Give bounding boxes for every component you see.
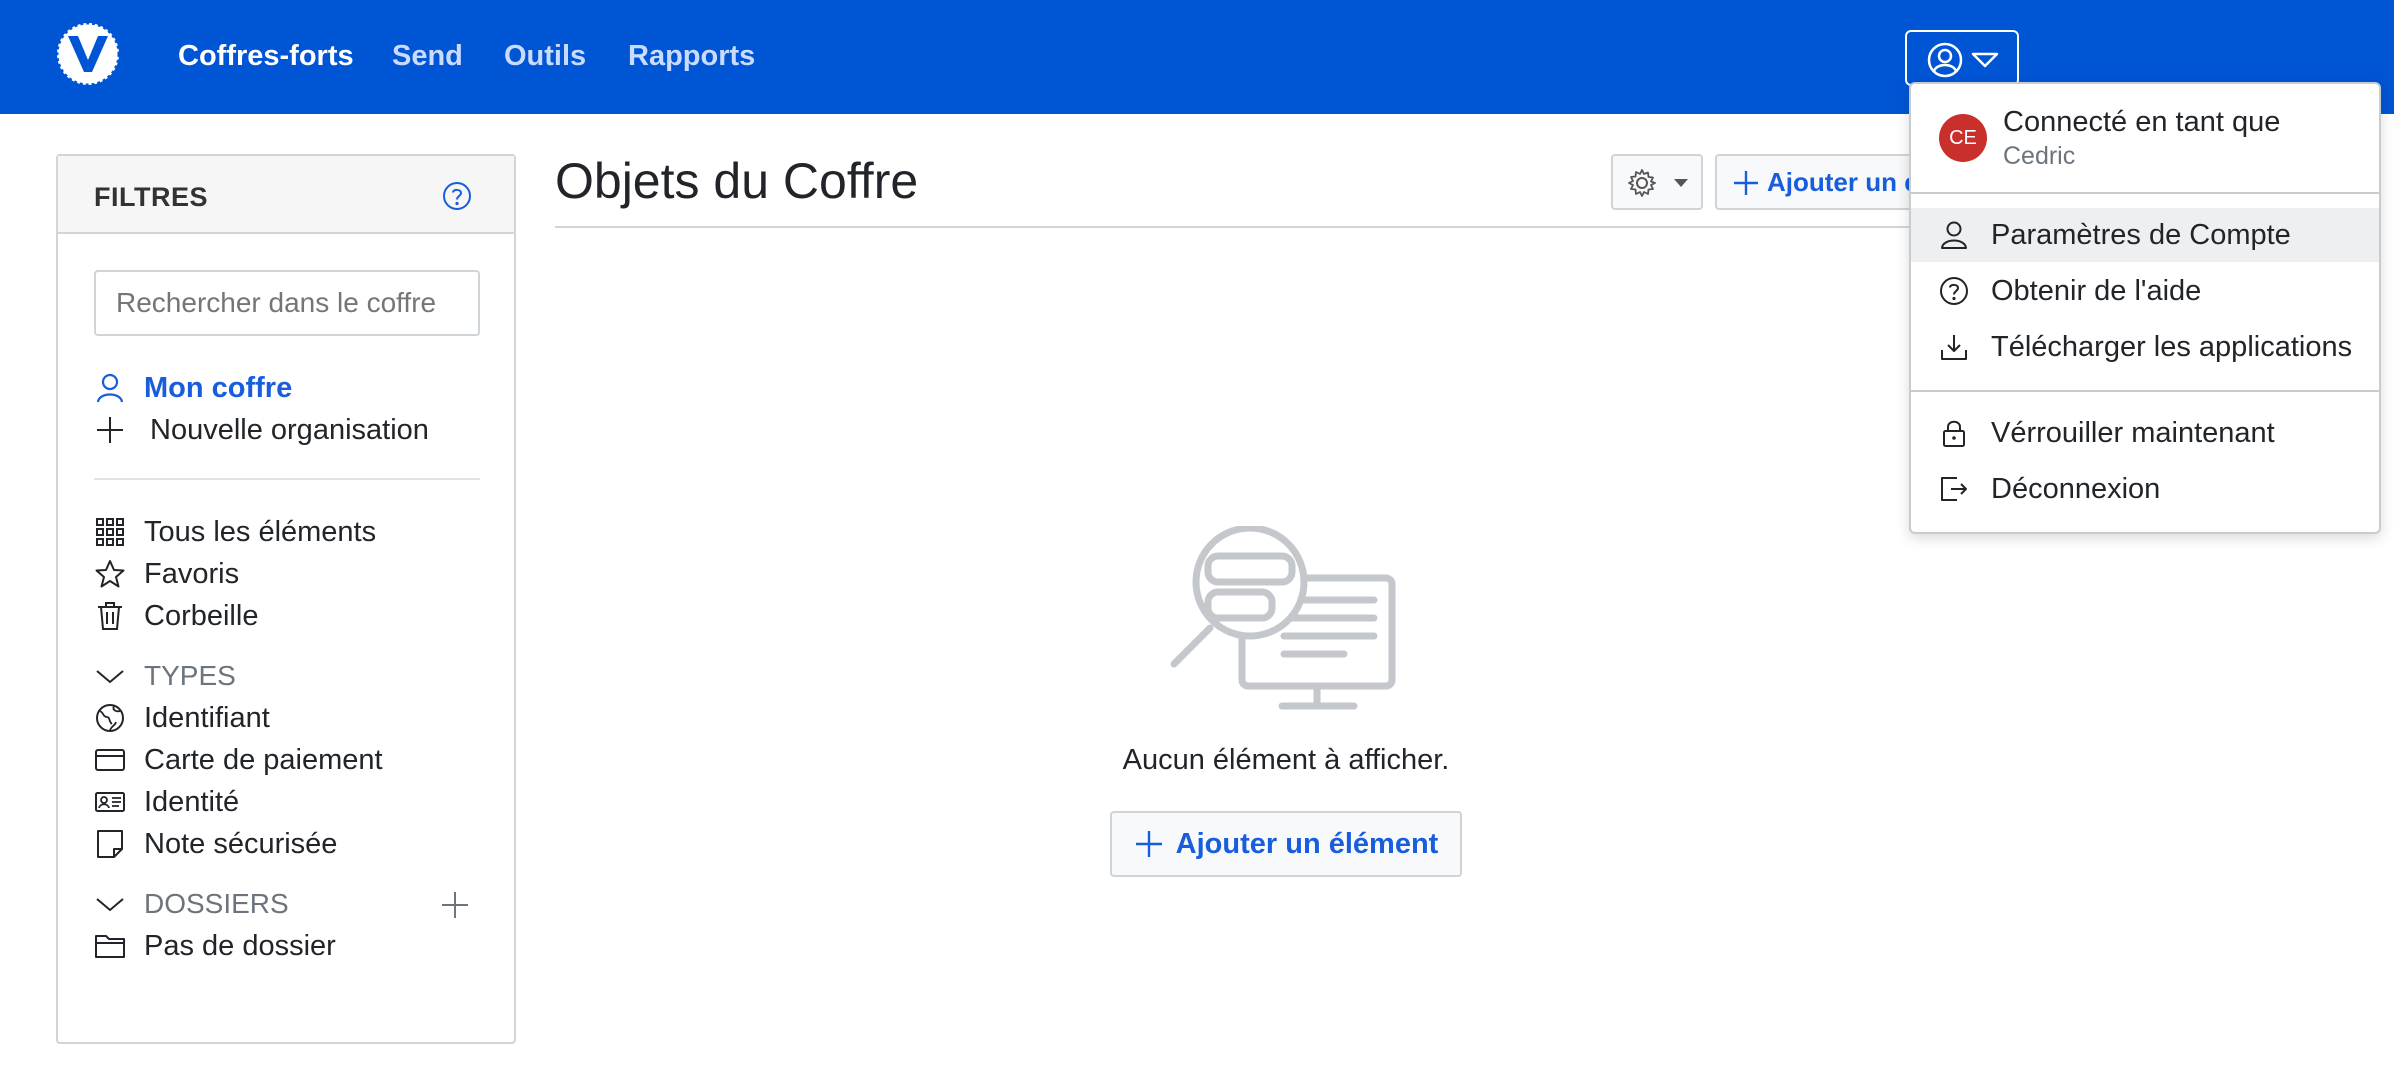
caret-down-icon bbox=[1674, 179, 1688, 187]
filter-type-card[interactable]: Carte de paiement bbox=[94, 740, 383, 780]
logged-in-as-text: Connecté en tant que bbox=[2003, 106, 2281, 138]
filter-type-login[interactable]: Identifiant bbox=[94, 698, 270, 738]
menu-divider bbox=[1911, 390, 2379, 392]
caret-down-icon bbox=[1971, 52, 1999, 68]
no-folder-label: Pas de dossier bbox=[144, 929, 336, 962]
chevron-down-icon bbox=[96, 670, 124, 684]
account-dropdown-menu: CE Connecté en tant que Cedric Paramètre… bbox=[1909, 82, 2381, 534]
plus-icon bbox=[1135, 831, 1162, 857]
types-section-toggle[interactable]: TYPES bbox=[94, 656, 236, 696]
get-help-label: Obtenir de l'aide bbox=[1991, 274, 2202, 307]
help-icon[interactable] bbox=[442, 181, 472, 211]
trash-icon bbox=[98, 602, 122, 630]
sidebar-divider bbox=[94, 478, 480, 480]
filter-no-folder[interactable]: Pas de dossier bbox=[94, 926, 336, 966]
account-settings-label: Paramètres de Compte bbox=[1991, 218, 2291, 251]
menu-divider bbox=[1911, 192, 2379, 194]
filter-all-items[interactable]: Tous les éléments bbox=[94, 512, 376, 552]
title-divider bbox=[555, 226, 1915, 228]
filter-trash[interactable]: Corbeille bbox=[94, 596, 258, 636]
sticky-note-icon bbox=[97, 830, 123, 858]
type-identity-label: Identité bbox=[144, 785, 240, 818]
folder-icon bbox=[95, 935, 125, 958]
bitwarden-logo-icon[interactable] bbox=[54, 20, 122, 88]
all-items-label: Tous les éléments bbox=[144, 515, 377, 548]
filter-new-organization[interactable]: Nouvelle organisation bbox=[94, 410, 429, 450]
type-login-label: Identifiant bbox=[144, 701, 270, 734]
menu-account-settings[interactable]: Paramètres de Compte bbox=[1911, 208, 2379, 262]
add-item-top-button[interactable]: Ajouter un élément bbox=[1715, 154, 1935, 210]
id-card-icon bbox=[95, 792, 125, 812]
folders-section-toggle[interactable]: DOSSIERS bbox=[94, 884, 289, 924]
nav-tools[interactable]: Outils bbox=[504, 40, 586, 73]
filters-header: FILTRES bbox=[58, 156, 514, 234]
menu-get-help[interactable]: Obtenir de l'aide bbox=[1911, 264, 2379, 318]
new-org-label: Nouvelle organisation bbox=[150, 413, 429, 446]
grid-icon bbox=[96, 518, 124, 546]
folders-header: DOSSIERS bbox=[144, 888, 289, 919]
gear-icon bbox=[1628, 169, 1656, 197]
my-vault-label: Mon coffre bbox=[144, 371, 293, 404]
filter-type-identity[interactable]: Identité bbox=[94, 782, 239, 822]
credit-card-icon bbox=[95, 749, 125, 771]
user-name: Cedric bbox=[2003, 142, 2076, 170]
lock-icon bbox=[1943, 420, 1965, 447]
star-icon bbox=[95, 560, 125, 588]
filters-title: FILTRES bbox=[94, 182, 208, 212]
user-circle-icon bbox=[1927, 42, 1963, 78]
empty-state-text: Aucun élément à afficher. bbox=[1122, 744, 1450, 776]
chevron-down-icon bbox=[96, 898, 124, 912]
add-folder-plus-icon[interactable] bbox=[440, 890, 470, 920]
user-icon bbox=[1941, 221, 1967, 249]
filter-favorites[interactable]: Favoris bbox=[94, 554, 239, 594]
favorites-label: Favoris bbox=[144, 557, 240, 590]
download-icon bbox=[1941, 335, 1967, 360]
nav-vaults[interactable]: Coffres-forts bbox=[178, 40, 354, 73]
globe-icon bbox=[96, 704, 124, 732]
plus-icon bbox=[97, 417, 123, 443]
vault-options-button[interactable] bbox=[1611, 154, 1703, 210]
filters-sidebar: FILTRES Mon coffre Nouvelle organisation bbox=[56, 154, 516, 1044]
plus-icon bbox=[1734, 171, 1758, 195]
filter-my-vault[interactable]: Mon coffre bbox=[94, 368, 292, 408]
download-apps-label: Télécharger les applications bbox=[1991, 330, 2353, 363]
menu-log-out[interactable]: Déconnexion bbox=[1911, 462, 2379, 516]
add-item-label: Ajouter un élément bbox=[1175, 827, 1439, 860]
nav-reports[interactable]: Rapports bbox=[628, 40, 755, 73]
add-item-button[interactable]: Ajouter un élément bbox=[1110, 811, 1462, 877]
menu-lock-now[interactable]: Vérrouiller maintenant bbox=[1911, 406, 2379, 460]
filter-type-secure-note[interactable]: Note sécurisée bbox=[94, 824, 337, 864]
type-card-label: Carte de paiement bbox=[144, 743, 383, 776]
avatar: CE bbox=[1939, 114, 1987, 162]
types-header: TYPES bbox=[144, 660, 236, 691]
type-secure-note-label: Note sécurisée bbox=[144, 827, 338, 860]
menu-download-apps[interactable]: Télécharger les applications bbox=[1911, 320, 2379, 374]
user-icon bbox=[96, 373, 124, 403]
question-circle-icon bbox=[1940, 277, 1968, 305]
page-title: Objets du Coffre bbox=[555, 153, 919, 209]
log-out-label: Déconnexion bbox=[1991, 472, 2161, 505]
nav-send[interactable]: Send bbox=[392, 40, 463, 73]
sign-out-icon bbox=[1941, 477, 1967, 501]
vault-search-input[interactable] bbox=[94, 270, 480, 336]
trash-label: Corbeille bbox=[144, 599, 259, 632]
lock-now-label: Vérrouiller maintenant bbox=[1991, 416, 2275, 449]
account-menu-button[interactable] bbox=[1905, 30, 2019, 86]
search-empty-illustration-icon bbox=[1170, 526, 1396, 710]
